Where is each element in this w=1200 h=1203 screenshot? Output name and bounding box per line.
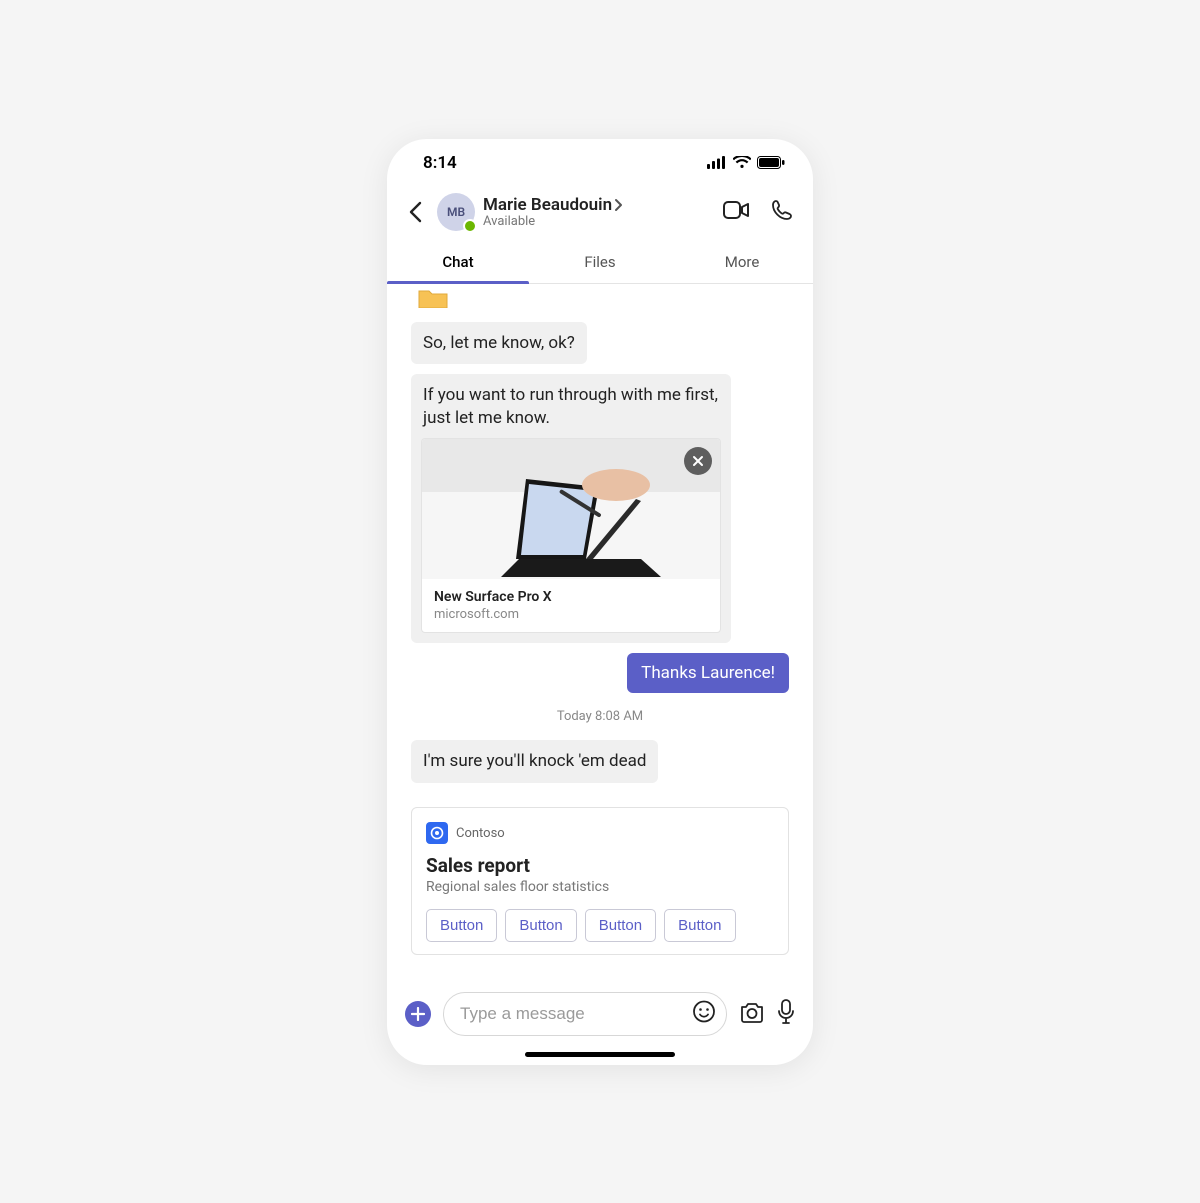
card-buttons: Button Button Button Button bbox=[426, 909, 774, 942]
card-button[interactable]: Button bbox=[664, 909, 735, 942]
emoji-icon bbox=[692, 999, 716, 1023]
card-button[interactable]: Button bbox=[505, 909, 576, 942]
adaptive-card: Contoso Sales report Regional sales floo… bbox=[411, 807, 789, 955]
message-in[interactable]: I'm sure you'll knock 'em dead bbox=[411, 740, 658, 783]
mic-icon bbox=[777, 999, 795, 1025]
back-button[interactable] bbox=[401, 201, 429, 223]
status-bar: 8:14 bbox=[387, 139, 813, 187]
folder-icon bbox=[417, 288, 789, 312]
contact-name: Marie Beaudouin bbox=[483, 195, 715, 215]
camera-button[interactable] bbox=[739, 1001, 765, 1027]
home-indicator[interactable] bbox=[525, 1052, 675, 1057]
status-icons bbox=[707, 156, 785, 169]
timestamp-divider: Today 8:08 AM bbox=[411, 703, 789, 730]
wifi-icon bbox=[733, 156, 751, 169]
message-out[interactable]: Thanks Laurence! bbox=[627, 653, 789, 693]
compose-bar bbox=[387, 982, 813, 1042]
card-button[interactable]: Button bbox=[585, 909, 656, 942]
contact-status: Available bbox=[483, 214, 715, 229]
link-source: microsoft.com bbox=[434, 607, 708, 622]
signal-icon bbox=[707, 156, 727, 169]
avatar[interactable]: MB bbox=[437, 193, 475, 231]
battery-icon bbox=[757, 156, 785, 169]
phone-frame: 8:14 MB Marie Beaudouin Available bbox=[387, 139, 813, 1065]
card-title: Sales report bbox=[426, 854, 774, 877]
link-title: New Surface Pro X bbox=[434, 589, 708, 605]
camera-icon bbox=[739, 1001, 765, 1023]
app-icon bbox=[426, 822, 448, 844]
avatar-initials: MB bbox=[447, 205, 465, 219]
status-time: 8:14 bbox=[423, 153, 457, 173]
card-subtitle: Regional sales floor statistics bbox=[426, 879, 774, 895]
message-text: If you want to run through with me first… bbox=[421, 384, 721, 438]
add-button[interactable] bbox=[405, 1001, 431, 1027]
mic-button[interactable] bbox=[777, 999, 795, 1029]
phone-icon bbox=[771, 199, 793, 221]
chevron-left-icon bbox=[408, 201, 422, 223]
tab-files[interactable]: Files bbox=[529, 241, 671, 283]
link-preview-card[interactable]: New Surface Pro X microsoft.com bbox=[421, 438, 721, 633]
plus-icon bbox=[411, 1007, 425, 1021]
message-input-wrapper bbox=[443, 992, 727, 1036]
close-preview-button[interactable] bbox=[684, 447, 712, 475]
card-button[interactable]: Button bbox=[426, 909, 497, 942]
tab-more[interactable]: More bbox=[671, 241, 813, 283]
card-app-name: Contoso bbox=[456, 826, 505, 841]
message-in[interactable]: So, let me know, ok? bbox=[411, 322, 587, 365]
link-preview-image bbox=[422, 439, 720, 579]
chevron-right-icon bbox=[614, 198, 623, 212]
presence-available-icon bbox=[463, 219, 477, 233]
card-header: Contoso bbox=[426, 822, 774, 844]
link-meta: New Surface Pro X microsoft.com bbox=[422, 579, 720, 632]
close-icon bbox=[692, 455, 704, 467]
audio-call-button[interactable] bbox=[771, 199, 793, 225]
video-icon bbox=[723, 200, 749, 220]
message-input[interactable] bbox=[460, 993, 682, 1035]
tab-chat[interactable]: Chat bbox=[387, 241, 529, 283]
emoji-button[interactable] bbox=[692, 999, 716, 1028]
contact-info[interactable]: Marie Beaudouin Available bbox=[483, 195, 715, 229]
chat-body: So, let me know, ok? If you want to run … bbox=[387, 284, 813, 982]
header-actions bbox=[723, 199, 793, 225]
tabs: Chat Files More bbox=[387, 241, 813, 284]
chat-header: MB Marie Beaudouin Available bbox=[387, 187, 813, 241]
message-in-rich[interactable]: If you want to run through with me first… bbox=[411, 374, 731, 643]
video-call-button[interactable] bbox=[723, 200, 749, 224]
